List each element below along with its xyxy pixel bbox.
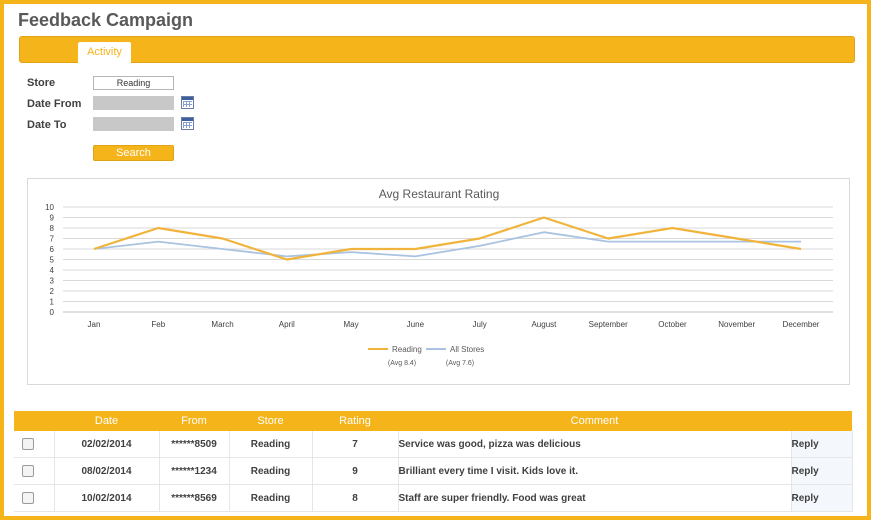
header-select bbox=[14, 411, 54, 431]
row-checkbox[interactable] bbox=[22, 492, 34, 504]
header-date: Date bbox=[54, 411, 159, 431]
row-checkbox[interactable] bbox=[22, 438, 34, 450]
date-to-input[interactable] bbox=[93, 117, 174, 131]
feedback-table-wrap: Date From Store Rating Comment 02/02/201… bbox=[14, 411, 853, 512]
table-row: 08/02/2014 ******1234 Reading 9 Brillian… bbox=[14, 457, 853, 485]
y-tick-label: 9 bbox=[50, 214, 55, 223]
x-tick-label: Feb bbox=[151, 320, 165, 329]
tab-activity[interactable]: Activity bbox=[78, 42, 131, 63]
row-date: 10/02/2014 bbox=[54, 484, 160, 512]
table-row: 02/02/2014 ******8509 Reading 7 Service … bbox=[14, 431, 853, 458]
page-title: Feedback Campaign bbox=[18, 10, 194, 30]
reply-link[interactable]: Reply bbox=[791, 484, 853, 512]
x-tick-label: August bbox=[531, 320, 557, 329]
reply-link[interactable]: Reply bbox=[791, 431, 853, 458]
header-rating: Rating bbox=[312, 411, 398, 431]
header-action bbox=[791, 411, 852, 431]
row-rating: 9 bbox=[312, 457, 399, 485]
y-tick-label: 0 bbox=[50, 308, 55, 317]
row-store: Reading bbox=[229, 431, 313, 458]
row-date: 08/02/2014 bbox=[54, 457, 160, 485]
row-from: ******8569 bbox=[159, 484, 230, 512]
y-tick-label: 10 bbox=[45, 203, 54, 212]
row-from: ******1234 bbox=[159, 457, 230, 485]
row-comment: Service was good, pizza was delicious bbox=[398, 431, 792, 458]
app-frame: Feedback Campaign Activity Store Date Fr… bbox=[0, 0, 871, 520]
tab-bar: Activity bbox=[19, 36, 855, 63]
x-tick-label: Jan bbox=[88, 320, 101, 329]
legend-label: Reading bbox=[392, 345, 422, 354]
x-tick-label: September bbox=[589, 320, 628, 329]
x-tick-label: April bbox=[279, 320, 295, 329]
feedback-table: Date From Store Rating Comment 02/02/201… bbox=[14, 411, 853, 512]
row-store: Reading bbox=[229, 457, 313, 485]
row-from: ******8509 bbox=[159, 431, 230, 458]
date-to-calendar-icon[interactable] bbox=[181, 117, 194, 130]
legend-avg-label: (Avg 7.6) bbox=[446, 360, 474, 367]
header-store: Store bbox=[229, 411, 312, 431]
y-tick-label: 5 bbox=[50, 256, 55, 265]
date-from-input[interactable] bbox=[93, 96, 174, 110]
x-tick-label: November bbox=[718, 320, 755, 329]
y-tick-label: 8 bbox=[50, 224, 55, 233]
header-from: From bbox=[159, 411, 229, 431]
x-tick-label: March bbox=[211, 320, 233, 329]
row-checkbox[interactable] bbox=[22, 465, 34, 477]
date-from-calendar-icon[interactable] bbox=[181, 96, 194, 109]
row-rating: 7 bbox=[312, 431, 399, 458]
y-tick-label: 3 bbox=[50, 277, 55, 286]
legend-label: All Stores bbox=[450, 345, 484, 354]
y-tick-label: 2 bbox=[50, 287, 55, 296]
date-from-label: Date From bbox=[27, 98, 82, 110]
row-date: 02/02/2014 bbox=[54, 431, 160, 458]
y-tick-label: 7 bbox=[50, 235, 55, 244]
y-tick-label: 1 bbox=[50, 298, 55, 307]
row-comment: Brilliant every time I visit. Kids love … bbox=[398, 457, 792, 485]
store-label: Store bbox=[27, 77, 56, 89]
y-tick-label: 6 bbox=[50, 245, 55, 254]
x-tick-label: May bbox=[344, 320, 359, 329]
row-comment: Staff are super friendly. Food was great bbox=[398, 484, 792, 512]
x-tick-label: October bbox=[658, 320, 687, 329]
table-header-row: Date From Store Rating Comment bbox=[14, 411, 852, 431]
reply-link[interactable]: Reply bbox=[791, 457, 853, 485]
legend-avg-label: (Avg 8.4) bbox=[388, 360, 416, 367]
header-comment: Comment bbox=[398, 411, 791, 431]
row-store: Reading bbox=[229, 484, 313, 512]
x-tick-label: June bbox=[407, 320, 425, 329]
store-input[interactable] bbox=[93, 76, 174, 90]
search-button[interactable]: Search bbox=[93, 145, 174, 161]
chart-title: Avg Restaurant Rating bbox=[379, 187, 500, 201]
table-row: 10/02/2014 ******8569 Reading 8 Staff ar… bbox=[14, 484, 853, 512]
y-tick-label: 4 bbox=[50, 266, 55, 275]
rating-chart: Avg Restaurant Rating 0 1 2 3 4 5 6 7 8 9 10 Jan Feb M… bbox=[27, 178, 850, 385]
x-tick-label: December bbox=[783, 320, 820, 329]
x-tick-label: July bbox=[473, 320, 487, 329]
row-rating: 8 bbox=[312, 484, 399, 512]
rating-chart-svg: Avg Restaurant Rating 01 23 45 67 89 10 Jan Feb M… bbox=[45, 187, 833, 367]
date-to-label: Date To bbox=[27, 119, 67, 131]
